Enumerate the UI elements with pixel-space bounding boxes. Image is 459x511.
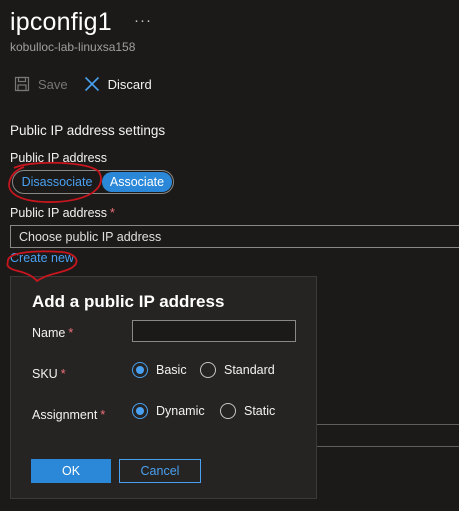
associate-option[interactable]: Associate [102, 172, 172, 192]
required-indicator: * [100, 408, 106, 422]
assignment-label: Assignment * [32, 408, 105, 422]
disassociate-option[interactable]: Disassociate [14, 172, 100, 192]
discard-button[interactable]: Discard [84, 76, 152, 92]
public-ip-toggle: Disassociate Associate [12, 170, 174, 194]
ok-button[interactable]: OK [31, 459, 111, 483]
sku-standard-radio[interactable]: Standard [200, 362, 275, 378]
name-label: Name * [32, 326, 73, 340]
dropdown-placeholder: Choose public IP address [19, 230, 162, 244]
assignment-label-text: Assignment [32, 408, 98, 422]
required-indicator: * [68, 326, 74, 340]
close-icon [84, 76, 99, 92]
assignment-static-radio[interactable]: Static [220, 403, 275, 419]
save-icon [14, 76, 30, 92]
sku-label-text: SKU [32, 367, 58, 381]
more-options-icon[interactable]: ··· [134, 12, 152, 29]
sku-standard-label: Standard [224, 363, 275, 377]
sku-basic-radio[interactable]: Basic [132, 362, 187, 378]
assignment-static-label: Static [244, 404, 276, 418]
assignment-dynamic-label: Dynamic [156, 404, 205, 418]
page-title: ipconfig1 [10, 8, 112, 36]
name-label-text: Name [32, 326, 66, 340]
section-title: Public IP address settings [10, 123, 166, 138]
radio-selected-icon [132, 362, 148, 378]
background-field [300, 424, 459, 447]
command-bar: Save Discard [14, 72, 168, 96]
radio-unselected-icon [200, 362, 216, 378]
cancel-button[interactable]: Cancel [119, 459, 201, 483]
create-new-link[interactable]: Create new [10, 251, 74, 265]
save-label: Save [38, 76, 68, 92]
page-subtitle: kobulloc-lab-linuxsa158 [10, 40, 136, 54]
assignment-dynamic-radio[interactable]: Dynamic [132, 403, 205, 419]
add-public-ip-dialog: Add a public IP address Name * SKU * Basic… [10, 276, 317, 499]
radio-unselected-icon [220, 403, 236, 419]
public-ip-dropdown[interactable]: Choose public IP address [10, 225, 459, 248]
public-ip-select-label: Public IP address * [10, 206, 115, 220]
required-indicator: * [110, 206, 115, 220]
name-input[interactable] [132, 320, 296, 342]
discard-label: Discard [107, 76, 152, 92]
public-ip-select-label-text: Public IP address [10, 206, 108, 220]
public-ip-label: Public IP address [10, 151, 108, 165]
required-indicator: * [60, 367, 66, 381]
dialog-title: Add a public IP address [32, 292, 225, 311]
radio-selected-icon [132, 403, 148, 419]
sku-basic-label: Basic [156, 363, 187, 377]
save-button[interactable]: Save [14, 76, 68, 92]
sku-label: SKU * [32, 367, 66, 381]
